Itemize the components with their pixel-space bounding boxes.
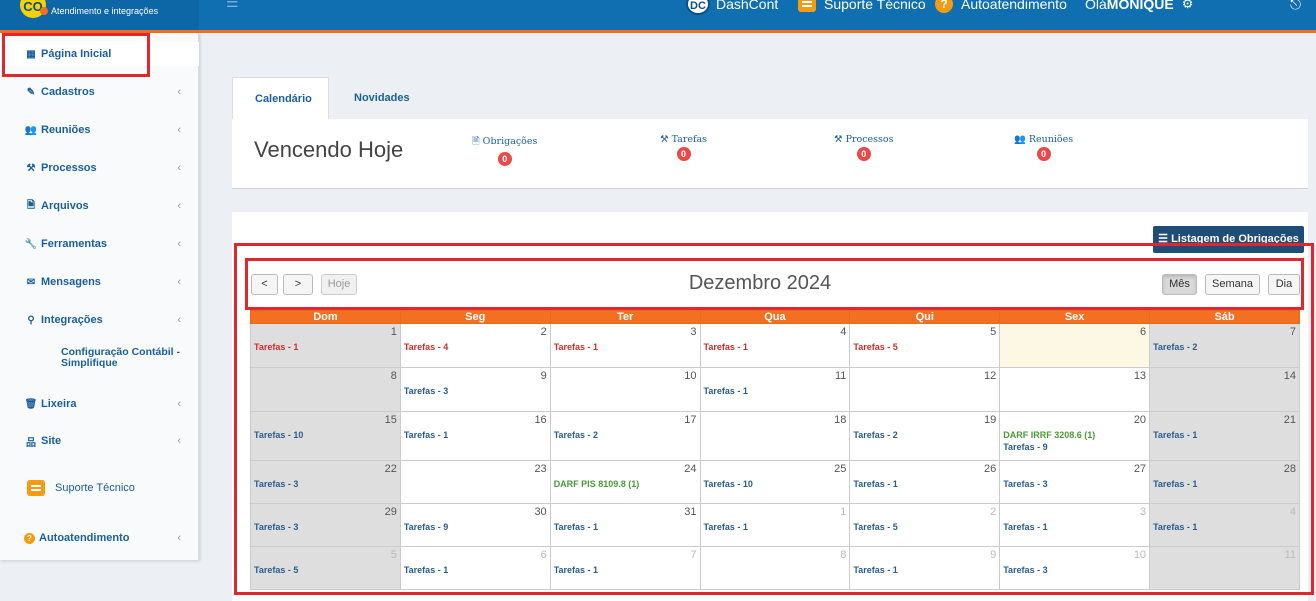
logout-icon[interactable]: ⎋ (1290, 0, 1301, 14)
sidebar-subitem-configuracao-contabil[interactable]: Configuração Contábil - Simplifique (61, 347, 191, 369)
sidebar-item-suporte-tecnico[interactable]: Suporte Técnico (0, 476, 199, 500)
brand-dot-icon (40, 7, 48, 15)
wrench-icon: 🔧 (24, 238, 38, 250)
stat-tarefas[interactable]: ⚒ Tarefas 0 (660, 134, 707, 161)
chevron-left-icon: ‹ (177, 124, 181, 136)
tab-novidades[interactable]: Novidades (332, 77, 432, 119)
vencendo-hoje-panel: Vencendo Hoje 🗎 Obrigações 0 ⚒ Tarefas 0… (232, 119, 1308, 189)
count-badge: 0 (676, 147, 691, 161)
sidebar-item-reunioes[interactable]: 👥 Reuniões ‹ (0, 118, 199, 142)
highlight-calendar (234, 243, 1314, 595)
gavel-icon: ⚒ (834, 134, 843, 145)
autoatendimento-label: Autoatendimento (961, 0, 1067, 12)
count-badge: 0 (856, 147, 871, 161)
brand[interactable]: CO Atendimento e integrações (0, 0, 199, 30)
tab-calendario[interactable]: Calendário (232, 77, 329, 119)
help-icon: ? (24, 532, 35, 544)
chat-icon (27, 480, 45, 496)
dashcont-logo-icon: DC (686, 0, 710, 15)
chevron-left-icon: ‹ (177, 200, 181, 212)
dashcont-label: DashCont (716, 0, 779, 12)
dashcont-link[interactable]: DC DashCont (686, 0, 779, 15)
brand-subtitle: Atendimento e integrações (40, 6, 158, 16)
stat-obrigacoes[interactable]: 🗎 Obrigações 0 (472, 134, 537, 166)
help-icon: ? (935, 0, 953, 13)
suporte-tecnico-link[interactable]: Suporte Técnico (798, 0, 926, 14)
edit-icon: ✎ (26, 86, 36, 98)
greeting-prefix: Olá (1085, 0, 1107, 12)
count-badge: 0 (497, 152, 512, 166)
chat-icon (798, 0, 816, 12)
users-icon: 👥 (1014, 134, 1026, 145)
autoatendimento-link[interactable]: ? Autoatendimento (935, 0, 1067, 14)
sidebar-item-arquivos[interactable]: 🗎 Arquivos ‹ (0, 194, 199, 218)
vencendo-hoje-title: Vencendo Hoje (254, 137, 404, 162)
sidebar-item-lixeira[interactable]: 🗑 Lixeira ‹ (0, 392, 199, 416)
chevron-left-icon: ‹ (177, 435, 181, 447)
gavel-icon: ⚒ (26, 162, 36, 174)
chevron-left-icon: ‹ (177, 532, 181, 544)
count-badge: 0 (1036, 147, 1051, 161)
trash-icon: 🗑 (24, 398, 38, 410)
sidebar-item-processos[interactable]: ⚒ Processos ‹ (0, 156, 199, 180)
sidebar-item-integracoes[interactable]: ⚲ Integrações ‹ (0, 308, 199, 332)
gear-icon[interactable]: ⚙ (1182, 0, 1194, 12)
sidebar-item-site[interactable]: 品 Site ‹ (0, 429, 199, 453)
plug-icon: ⚲ (27, 314, 35, 326)
file-icon: 🗎 (26, 199, 36, 211)
sidebar-item-mensagens[interactable]: ✉ Mensagens ‹ (0, 270, 199, 294)
menu-toggle-icon[interactable]: ☰ (226, 0, 239, 11)
suporte-tecnico-label: Suporte Técnico (824, 0, 926, 12)
user-name: MONIQUE (1106, 0, 1174, 12)
stat-processos[interactable]: ⚒ Processos 0 (834, 134, 894, 161)
sidebar-item-ferramentas[interactable]: 🔧 Ferramentas ‹ (0, 232, 199, 256)
envelope-icon: ✉ (26, 276, 36, 288)
chevron-left-icon: ‹ (177, 86, 181, 98)
chevron-left-icon: ‹ (177, 276, 181, 288)
highlight-pagina-inicial (2, 33, 150, 77)
chevron-left-icon: ‹ (177, 398, 181, 410)
gavel-icon: ⚒ (660, 134, 669, 145)
chevron-left-icon: ‹ (177, 314, 181, 326)
users-icon: 👥 (24, 124, 38, 136)
sidebar-item-cadastros[interactable]: ✎ Cadastros ‹ (0, 80, 199, 104)
top-navbar: CO Atendimento e integrações ☰ DC DashCo… (0, 0, 1316, 33)
user-menu[interactable]: Olá MONIQUE ⚙ (1085, 0, 1193, 14)
chevron-left-icon: ‹ (177, 162, 181, 174)
file-icon: 🗎 (472, 136, 480, 147)
sidebar-item-autoatendimento[interactable]: ? Autoatendimento ‹ (0, 526, 199, 550)
chevron-left-icon: ‹ (177, 238, 181, 250)
stat-reunioes[interactable]: 👥 Reuniões 0 (1014, 134, 1073, 161)
sitemap-icon: 品 (26, 437, 36, 449)
